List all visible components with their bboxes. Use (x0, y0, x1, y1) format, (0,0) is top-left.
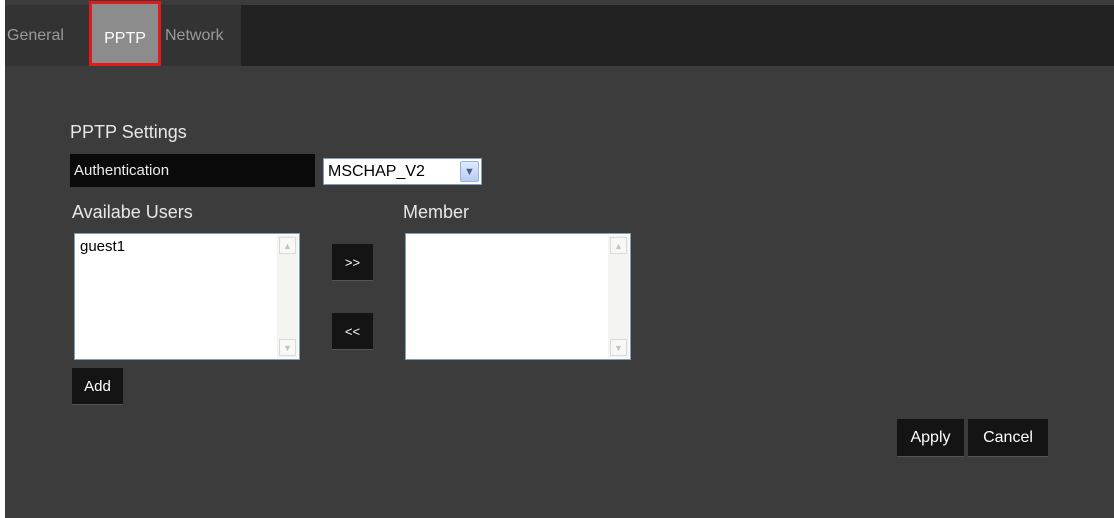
list-item[interactable]: guest1 (75, 234, 299, 259)
member-list[interactable]: ▲ ▼ (405, 233, 631, 360)
available-users-label: Availabe Users (72, 202, 193, 222)
cancel-button[interactable]: Cancel (968, 419, 1048, 457)
apply-button[interactable]: Apply (897, 419, 964, 457)
available-users-scrollbar[interactable]: ▲ ▼ (277, 235, 298, 358)
section-title: PPTP Settings (70, 122, 187, 142)
tab-bar: General PPTP Network (5, 1, 1114, 66)
available-users-list[interactable]: guest1 ▲ ▼ (74, 233, 300, 360)
authentication-label: Authentication (70, 154, 315, 187)
chevron-down-icon[interactable]: ▼ (460, 161, 479, 182)
scroll-up-arrow-icon[interactable]: ▲ (610, 237, 627, 254)
member-label: Member (403, 202, 470, 222)
tab-group: General PPTP Network (5, 1, 241, 66)
remove-member-button[interactable]: << (332, 313, 373, 350)
tab-network[interactable]: Network (161, 5, 241, 66)
tab-pptp[interactable]: PPTP (89, 1, 161, 66)
add-user-button[interactable]: Add (72, 368, 123, 405)
add-member-button[interactable]: >> (332, 244, 373, 281)
scroll-down-arrow-icon[interactable]: ▼ (610, 339, 627, 356)
member-scrollbar[interactable]: ▲ ▼ (608, 235, 629, 358)
scroll-up-arrow-icon[interactable]: ▲ (279, 237, 296, 254)
settings-panel: General PPTP Network PPTP Settings Authe… (5, 0, 1114, 518)
tab-general[interactable]: General (5, 5, 89, 66)
scroll-down-arrow-icon[interactable]: ▼ (279, 339, 296, 356)
authentication-select[interactable]: MSCHAP_V2 ▼ (323, 158, 482, 185)
authentication-select-value: MSCHAP_V2 (328, 162, 425, 180)
